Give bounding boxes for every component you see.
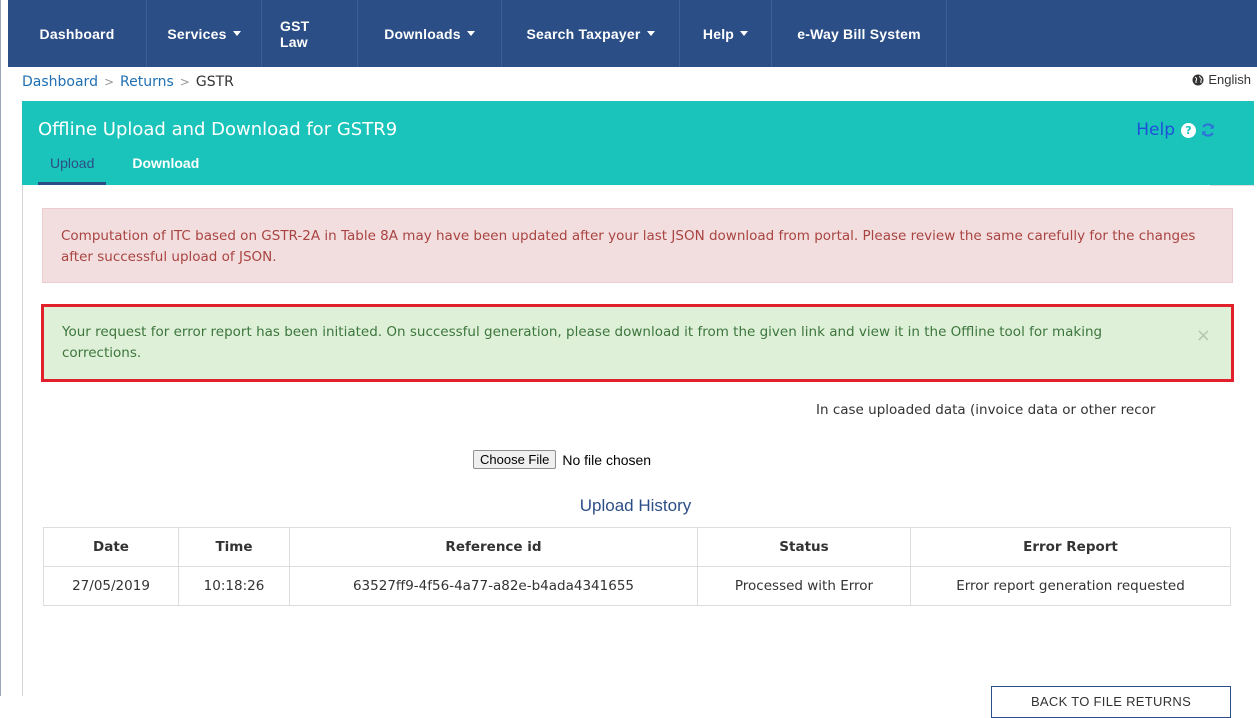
column-header-status: Status — [697, 527, 911, 567]
cell-time: 10:18:26 — [178, 566, 290, 606]
nav-eway-bill[interactable]: e-Way Bill System — [772, 0, 947, 67]
itc-warning-alert: Computation of ITC based on GSTR-2A in T… — [42, 208, 1233, 283]
frame-edge — [0, 0, 1, 696]
table-header-row: Date Time Reference id Status Error Repo… — [43, 527, 1231, 567]
upload-history-table: Date Time Reference id Status Error Repo… — [43, 527, 1231, 606]
caret-down-icon — [740, 31, 749, 36]
breadcrumb-current: GSTR — [195, 74, 234, 90]
page-title: Offline Upload and Download for GSTR9 — [38, 119, 398, 140]
divider — [1210, 185, 1254, 186]
nav-label: GST Law — [280, 17, 310, 50]
file-input: Choose File No file chosen — [473, 450, 651, 469]
nav-label: e-Way Bill System — [797, 25, 921, 42]
nav-label: Dashboard — [39, 25, 115, 42]
file-status: No file chosen — [562, 451, 652, 468]
caret-down-icon — [466, 31, 475, 36]
tab-upload[interactable]: Upload — [38, 155, 107, 185]
breadcrumb-separator: > — [179, 75, 190, 89]
breadcrumb: Dashboard > Returns > GSTR — [22, 72, 234, 92]
column-header-time: Time — [178, 527, 290, 567]
column-header-reference-id: Reference id — [289, 527, 698, 567]
cell-error-report: Error report generation requested — [910, 566, 1231, 606]
breadcrumb-separator: > — [103, 75, 115, 89]
nav-label: Downloads — [384, 25, 461, 42]
nav-services[interactable]: Services — [147, 0, 262, 67]
breadcrumb-dashboard[interactable]: Dashboard — [22, 74, 98, 90]
panel-header: Offline Upload and Download for GSTR9 He… — [22, 101, 1254, 185]
close-icon[interactable]: × — [1196, 325, 1211, 346]
error-report-success-alert: Your request for error report has been i… — [41, 304, 1234, 382]
tab-download[interactable]: Download — [120, 155, 211, 185]
nav-gst-law[interactable]: GST Law — [262, 0, 358, 67]
info-text: In case uploaded data (invoice data or o… — [816, 402, 1156, 418]
nav-label: Services — [167, 25, 227, 42]
help-group: Help ? — [1136, 120, 1216, 140]
language-label: English — [1208, 72, 1251, 87]
breadcrumb-returns[interactable]: Returns — [120, 74, 174, 90]
cell-date: 27/05/2019 — [43, 566, 179, 606]
caret-down-icon — [646, 31, 655, 36]
nav-label: Help — [702, 25, 735, 42]
question-circle-icon[interactable]: ? — [1181, 122, 1196, 138]
column-header-date: Date — [43, 527, 179, 567]
refresh-icon[interactable] — [1200, 122, 1216, 138]
nav-downloads[interactable]: Downloads — [358, 0, 502, 67]
nav-search-taxpayer[interactable]: Search Taxpayer — [502, 0, 680, 67]
back-to-file-returns-button[interactable]: BACK TO FILE RETURNS — [991, 686, 1231, 718]
nav-dashboard[interactable]: Dashboard — [8, 0, 147, 67]
globe-icon — [1192, 74, 1204, 85]
table-row: 27/05/2019 10:18:26 63527ff9-4f56-4a77-a… — [43, 566, 1231, 606]
top-navbar: Dashboard Services GST Law Downloads Sea… — [8, 0, 1257, 67]
alert-text: Computation of ITC based on GSTR-2A in T… — [61, 228, 1196, 265]
nav-help[interactable]: Help — [680, 0, 772, 67]
panel-border — [22, 185, 23, 696]
nav-label: Search Taxpayer — [526, 25, 641, 42]
alert-text: Your request for error report has been i… — [62, 324, 1103, 361]
cell-reference-id: 63527ff9-4f56-4a77-a82e-b4ada4341655 — [289, 566, 698, 606]
caret-down-icon — [232, 31, 241, 36]
column-header-error-report: Error Report — [910, 527, 1231, 567]
upload-history-title: Upload History — [579, 496, 692, 515]
help-link[interactable]: Help — [1136, 120, 1175, 140]
tabs: Upload Download — [38, 155, 211, 185]
choose-file-button[interactable]: Choose File — [473, 450, 557, 469]
cell-status: Processed with Error — [697, 566, 911, 606]
language-selector[interactable]: English — [1192, 72, 1251, 87]
